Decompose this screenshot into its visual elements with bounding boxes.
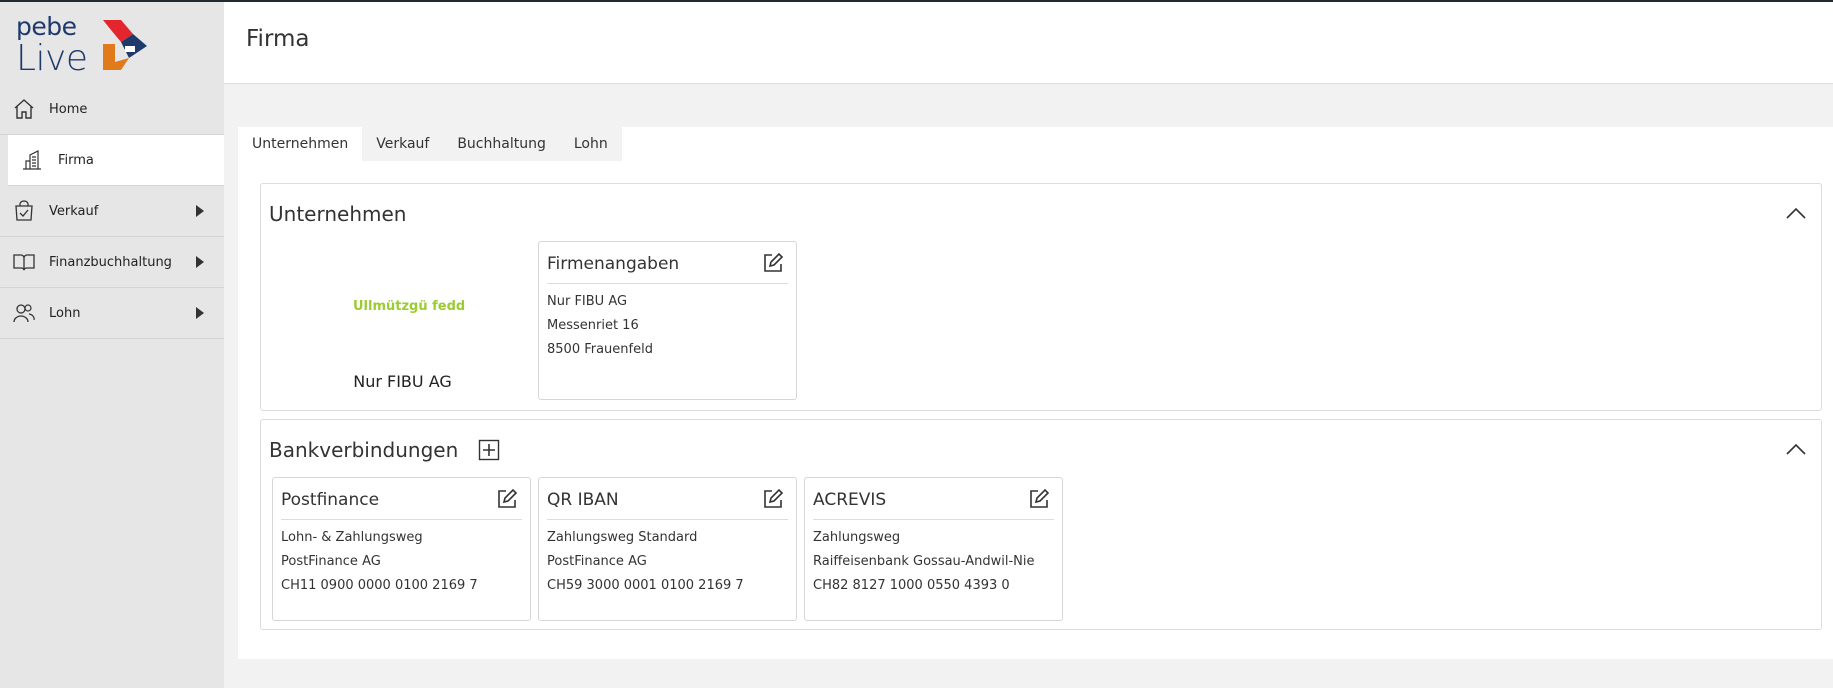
card-divider — [281, 519, 522, 520]
card-line: CH59 3000 0001 0100 2169 7 — [547, 578, 744, 593]
edit-icon[interactable] — [762, 488, 784, 510]
logo-text-live: Live — [16, 38, 88, 79]
tab-bar: Unternehmen Verkauf Buchhaltung Lohn — [238, 127, 622, 161]
add-icon[interactable] — [478, 439, 500, 461]
bank-card-acrevis: ACREVIS Zahlungsweg Raiffeisenbank Gossa… — [804, 477, 1063, 621]
edit-icon[interactable] — [762, 252, 784, 274]
sidebar-item-label: Lohn — [49, 305, 81, 321]
expand-arrow-icon[interactable] — [196, 256, 204, 268]
tab-buchhaltung[interactable]: Buchhaltung — [443, 127, 560, 161]
sidebar: pebe Live Home Firma Verkauf Finanzbuchh… — [0, 2, 224, 688]
sidebar-item-lohn[interactable]: Lohn — [0, 288, 224, 339]
app-logo[interactable]: pebe Live — [16, 12, 156, 79]
card-divider — [813, 519, 1054, 520]
edit-icon[interactable] — [496, 488, 518, 510]
sidebar-item-verkauf[interactable]: Verkauf — [0, 186, 224, 237]
page-header: Firma — [224, 2, 1833, 84]
tab-unternehmen[interactable]: Unternehmen — [238, 127, 363, 161]
firmenangaben-card: Firmenangaben Nur FIBU AG Messenriet 16 … — [538, 241, 797, 400]
chevron-up-icon[interactable] — [1785, 442, 1807, 456]
edit-icon[interactable] — [1028, 488, 1050, 510]
logo-play-icon — [103, 20, 147, 70]
sidebar-item-label: Firma — [58, 152, 94, 168]
page-title: Firma — [246, 26, 310, 52]
home-icon — [14, 99, 34, 119]
card-divider — [547, 283, 788, 284]
company-logo-image: Ullmützgü fedd — [353, 299, 466, 323]
company-logo-text: Ullmützgü fedd — [353, 299, 466, 314]
card-title: Postfinance — [281, 490, 380, 510]
book-icon — [13, 254, 35, 271]
expand-arrow-icon[interactable] — [196, 205, 204, 217]
company-name: Nur FIBU AG — [353, 372, 452, 391]
sidebar-item-firma[interactable]: Firma — [8, 135, 224, 186]
card-line: CH11 0900 0000 0100 2169 7 — [281, 578, 478, 593]
section-title: Bankverbindungen — [269, 438, 459, 462]
shopping-bag-icon — [15, 200, 33, 221]
card-line: 8500 Frauenfeld — [547, 342, 653, 357]
bank-card-postfinance: Postfinance Lohn- & Zahlungsweg PostFina… — [272, 477, 531, 621]
sidebar-item-label: Home — [49, 101, 88, 117]
card-title: ACREVIS — [813, 490, 887, 510]
chevron-up-icon[interactable] — [1785, 206, 1807, 220]
card-line: PostFinance AG — [547, 554, 647, 569]
card-line: Messenriet 16 — [547, 318, 639, 333]
card-title: Firmenangaben — [547, 254, 680, 274]
card-line: Zahlungsweg — [813, 530, 901, 545]
card-line: PostFinance AG — [281, 554, 381, 569]
tab-lohn[interactable]: Lohn — [560, 127, 622, 161]
building-icon — [23, 150, 41, 170]
unternehmen-section: Unternehmen Ullmützgü fedd Nur FIBU AG F… — [260, 183, 1822, 411]
section-title: Unternehmen — [269, 202, 407, 226]
sidebar-item-label: Finanzbuchhaltung — [49, 254, 172, 270]
tab-verkauf[interactable]: Verkauf — [362, 127, 443, 161]
sidebar-item-label: Verkauf — [49, 203, 99, 219]
card-line: CH82 8127 1000 0550 4393 0 — [813, 578, 1010, 593]
card-divider — [547, 519, 788, 520]
card-line: Zahlungsweg Standard — [547, 530, 698, 545]
sidebar-item-home[interactable]: Home — [0, 84, 224, 135]
expand-arrow-icon[interactable] — [196, 307, 204, 319]
card-line: Raiffeisenbank Gossau-Andwil-Nie — [813, 554, 1035, 569]
card-line: Nur FIBU AG — [547, 294, 628, 309]
card-line: Lohn- & Zahlungsweg — [281, 530, 423, 545]
sidebar-nav: Home Firma Verkauf Finanzbuchhaltung Loh… — [0, 84, 224, 339]
bankverbindungen-section: Bankverbindungen Postfinance Lohn- & Zah… — [260, 419, 1822, 630]
users-icon — [13, 304, 35, 323]
card-title: QR IBAN — [547, 490, 619, 510]
bank-card-qr-iban: QR IBAN Zahlungsweg Standard PostFinance… — [538, 477, 797, 621]
logo-text-pebe: pebe — [16, 12, 77, 41]
sidebar-item-finanzbuchhaltung[interactable]: Finanzbuchhaltung — [0, 237, 224, 288]
